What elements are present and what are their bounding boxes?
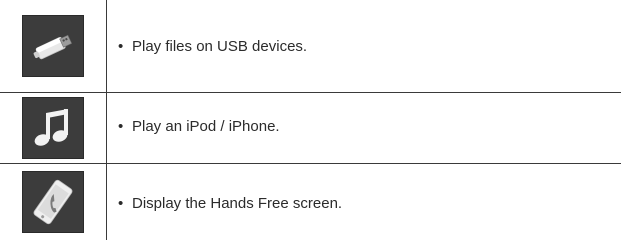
hands-free-description-text: Display the Hands Free screen. [132,195,343,212]
usb-drive-icon [33,34,73,60]
column-divider [106,0,107,240]
hands-free-description: • Display the Hands Free screen. [118,195,342,212]
source-table: • Play files on USB devices. • Play an iPo… [0,0,621,240]
hands-free-button[interactable] [22,171,84,233]
table-row: • Play files on USB devices. [0,0,621,92]
music-note-icon [34,109,68,146]
bullet: • [118,195,124,212]
bullet: • [118,38,124,55]
table-row: • Play an iPod / iPhone. [0,92,621,163]
table-row: • Display the Hands Free screen. [0,163,621,240]
ipod-source-button[interactable] [22,97,84,159]
bullet: • [118,118,124,135]
usb-source-button[interactable] [22,15,84,77]
ipod-description: • Play an iPod / iPhone. [118,118,280,135]
phone-icon [33,179,73,225]
usb-description-text: Play files on USB devices. [132,38,308,55]
row-divider [0,92,621,93]
usb-description: • Play files on USB devices. [118,38,307,55]
row-divider [0,163,621,164]
ipod-description-text: Play an iPod / iPhone. [132,118,280,135]
